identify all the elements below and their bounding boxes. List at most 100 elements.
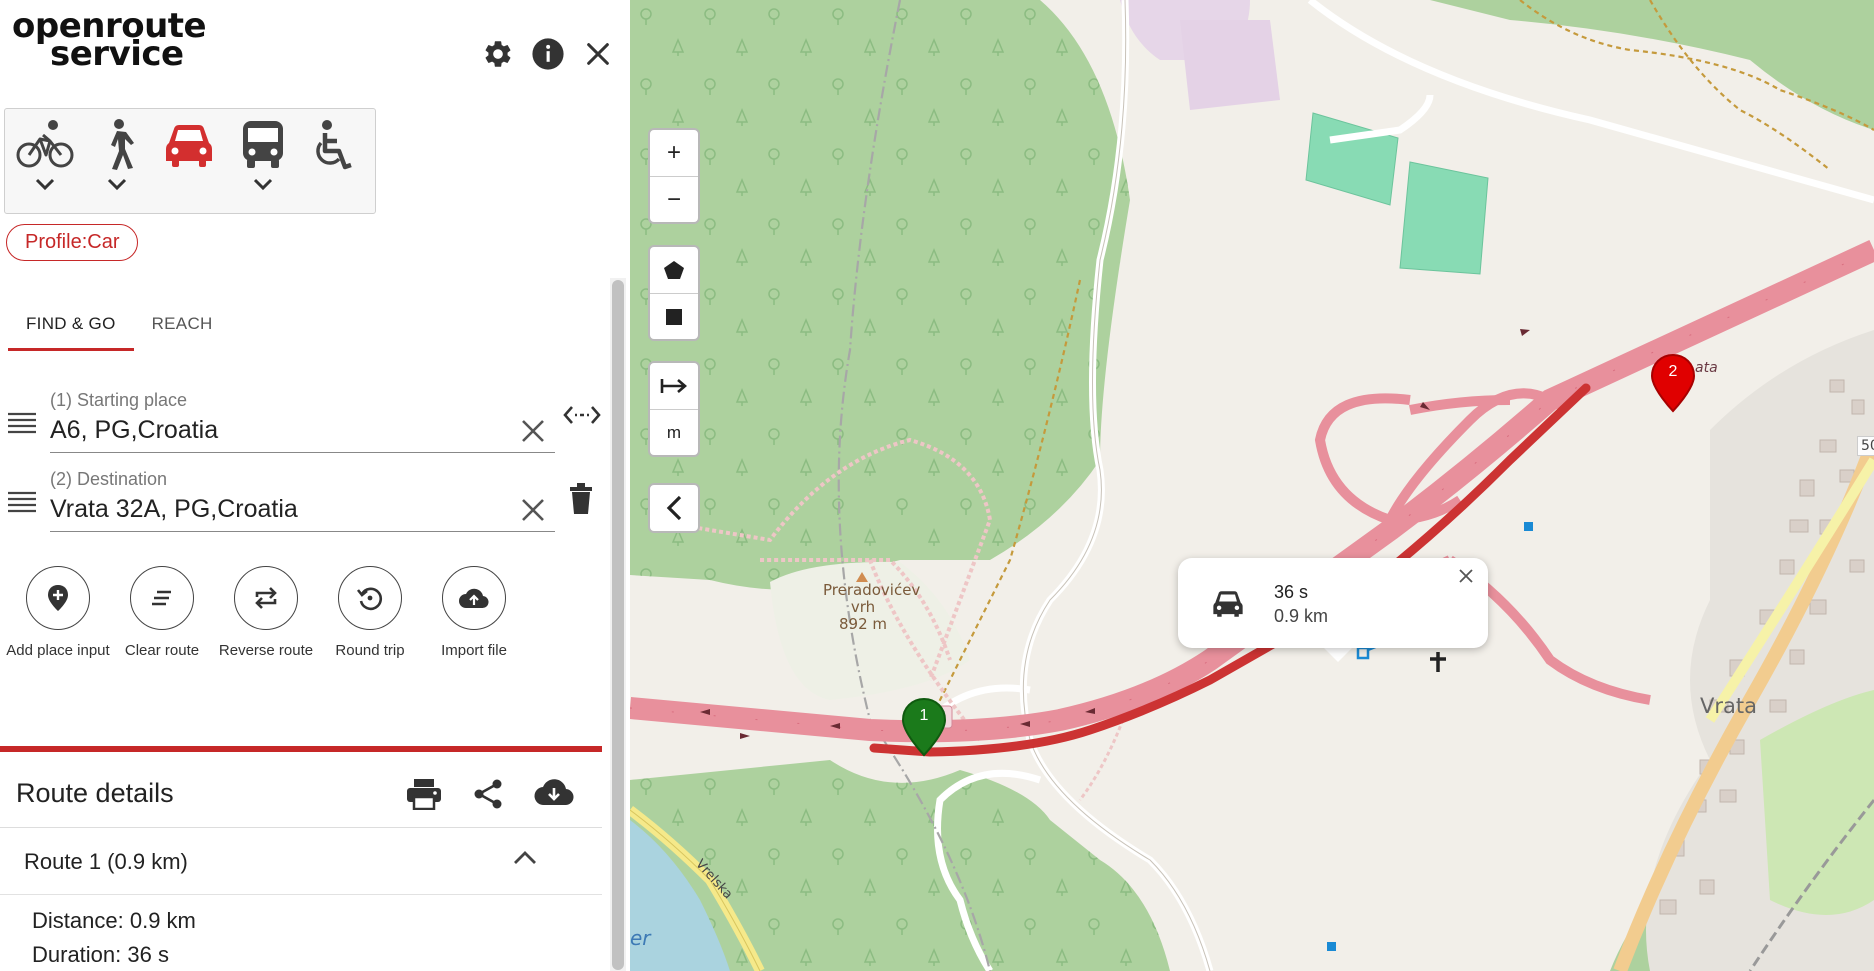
collapse-sidebar-control [648,483,700,533]
chevron-up-icon[interactable] [512,849,538,867]
input-underline [50,452,555,453]
measure-unit-button[interactable]: m [650,409,698,455]
bus-stop-icon [1327,942,1336,951]
info-button[interactable] [530,36,566,72]
pedestrian-icon [111,119,134,170]
drag-handle-icon[interactable] [8,410,36,436]
village-label: Vrata [1700,694,1757,718]
distance-label: Distance: [32,908,124,933]
route-popup[interactable]: 36 s 0.9 km [1178,558,1488,648]
peak-label: Preradovićev vrh 892 m [823,581,921,633]
route-item[interactable]: Route 1 (0.9 km) [0,829,602,895]
zoom-in-button[interactable]: + [650,130,698,176]
round-trip-button[interactable]: Round trip [318,566,422,661]
draw-rectangle-button[interactable] [650,293,698,339]
wheelchair-icon [316,120,352,170]
profile-car[interactable] [157,119,221,209]
close-sidebar-button[interactable] [580,36,616,72]
trash-icon[interactable] [568,483,594,515]
distance-row: Distance: 0.9 km [32,908,196,934]
duration-value: 36 s [127,942,169,967]
starting-place-label: (1) Starting place [50,390,188,410]
marker-number: 1 [919,707,929,724]
route-actions: Add place input Clear route Reverse rout… [6,566,526,661]
print-icon[interactable] [406,778,442,810]
map-view[interactable]: Preradovićev vrh 892 m A6 Vrata Vrelska … [630,0,1874,971]
route-details-header: Route details [0,752,602,828]
bus-stop-icon [1524,522,1533,531]
route-details-title: Route details [16,778,174,808]
profile-walking[interactable] [85,119,149,209]
clear-input-icon[interactable] [520,418,546,444]
action-label: Clear route [124,642,200,659]
reverse-route-icon [255,587,277,609]
distance-value: 0.9 km [129,908,196,933]
starting-place-input[interactable]: A6, PG,Croatia [50,416,218,445]
swap-route-icon[interactable] [563,404,601,426]
profile-bus[interactable] [231,119,295,209]
action-label: Import file [441,642,507,659]
duration-label: Duration: [32,942,122,967]
drag-handle-icon[interactable] [8,489,36,515]
settings-button[interactable] [480,36,516,72]
chevron-down-icon[interactable] [106,177,128,191]
bicycle-icon [16,120,74,168]
duration-row: Duration: 36 s [32,942,169,968]
add-place-icon [48,585,68,611]
draw-polygon-button[interactable] [650,247,698,293]
destination-input[interactable]: Vrata 32A, PG,Croatia [50,495,298,524]
input-underline [50,531,555,532]
route-title: Route 1 (0.9 km) [24,849,188,874]
chevron-down-icon[interactable] [34,177,56,191]
upload-icon [459,588,489,609]
map-pin-icon [901,697,947,757]
residential-area [1180,20,1280,110]
measure-icon [660,379,687,393]
zoom-out-button[interactable]: − [650,176,698,222]
popup-duration: 36 s [1274,582,1309,602]
tab-bar: FIND & GO REACH [8,300,231,351]
tab-reach[interactable]: REACH [134,300,231,351]
peak-name-line1: Preradovićev [823,581,921,599]
reverse-route-button[interactable]: Reverse route [214,566,318,661]
draw-control [648,245,700,341]
action-label: Add place input [6,642,110,659]
tab-find-and-go[interactable]: FIND & GO [8,300,134,351]
action-label: Round trip [335,642,405,659]
water-label: er [630,926,651,950]
action-circle [130,566,194,630]
profile-wheelchair[interactable] [303,119,367,209]
add-place-input-button[interactable]: Add place input [6,566,110,661]
car-icon [166,125,212,167]
action-circle [338,566,402,630]
collapse-sidebar-button[interactable] [650,485,698,531]
bus-icon [243,121,283,168]
action-circle [442,566,506,630]
app-logo: openroute service [12,9,207,71]
car-icon [1213,591,1243,617]
forest-area [630,0,1130,590]
clear-input-icon[interactable] [520,497,546,523]
chevron-down-icon[interactable] [252,177,274,191]
import-file-button[interactable]: Import file [422,566,526,661]
route-details-actions [406,778,574,810]
road-number-label: 50 [1857,436,1874,456]
map-canvas [630,0,1874,971]
clear-route-button[interactable]: Clear route [110,566,214,661]
marker-number: 2 [1668,363,1678,380]
destination-field: (2) Destination Vrata 32A, PG,Croatia [0,469,610,539]
share-icon[interactable] [472,778,504,810]
popup-distance: 0.9 km [1274,606,1329,626]
map-pin-icon [1650,353,1696,413]
download-icon[interactable] [534,778,574,806]
street-label: ata [1695,360,1718,376]
action-label: Reverse route [218,642,314,659]
peak-elevation: 892 m [838,615,887,633]
end-marker[interactable]: 2 [1649,353,1697,413]
close-icon[interactable] [1458,568,1474,584]
profile-cycling[interactable] [13,119,77,209]
measure-button[interactable] [650,363,698,409]
start-marker[interactable]: 1 [900,697,948,757]
scrollbar-thumb[interactable] [612,280,624,970]
zoom-control: + − [648,128,700,224]
